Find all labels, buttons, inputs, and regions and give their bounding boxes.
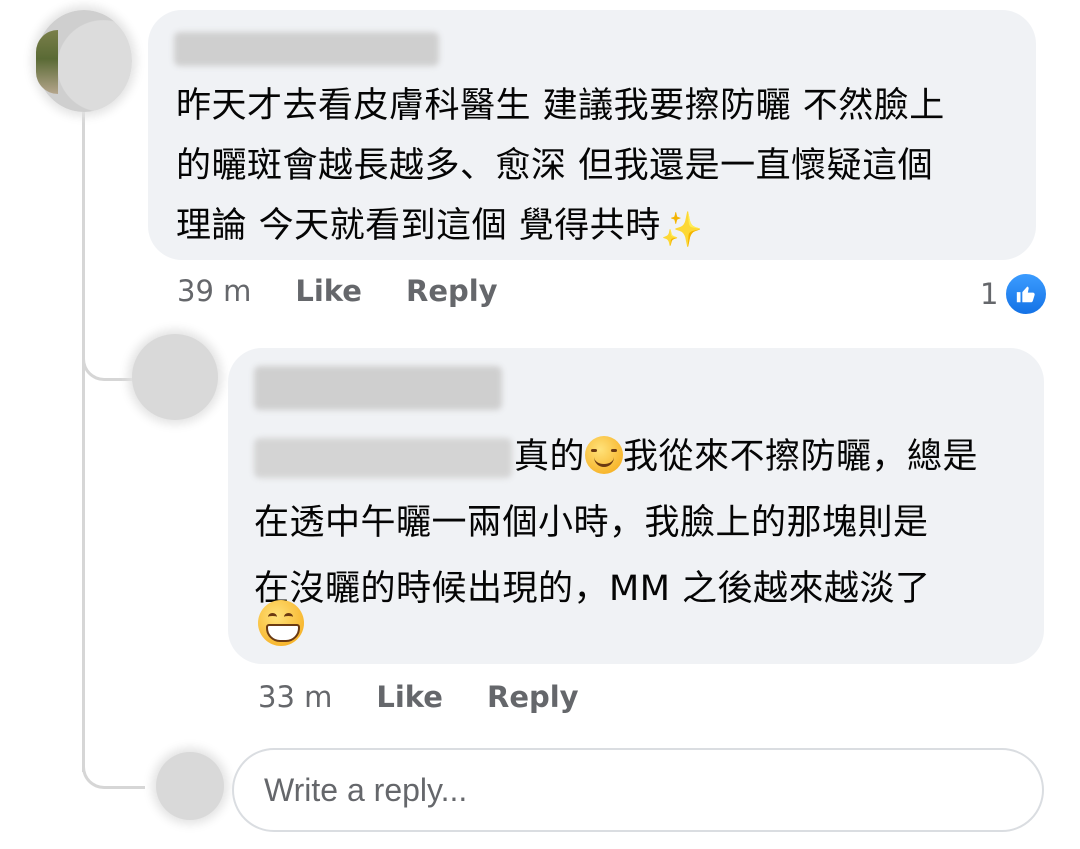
comment-line: 理論 今天就看到這個 覺得共時✨ [176, 196, 945, 256]
author-name-redacted[interactable] [174, 32, 439, 66]
reaction-count: 1 [980, 277, 999, 311]
thumbs-up-icon [1004, 272, 1049, 316]
grinning-face-icon [258, 600, 304, 646]
avatar [156, 752, 224, 820]
reply-button[interactable]: Reply [487, 680, 579, 714]
reply-text: 真的 我從來不擦防曬，總是 在透中午曬一兩個小時，我臉上的那塊則是 在沒曬的時候出… [254, 424, 978, 622]
author-name-redacted[interactable] [254, 366, 502, 410]
thread-line [82, 112, 85, 772]
reply-line-text: 我從來不擦防曬，總是 [623, 437, 979, 477]
reply-timestamp[interactable]: 33 m [258, 680, 332, 714]
comment-text: 昨天才去看皮膚科醫生 建議我要擦防曬 不然臉上 的曬斑會越長越多、愈深 但我還是… [176, 76, 945, 256]
avatar[interactable] [132, 334, 218, 420]
reply-line: 在透中午曬一兩個小時，我臉上的那塊則是 [254, 503, 929, 543]
like-button[interactable]: Like [295, 274, 362, 308]
comment-line-text: 理論 今天就看到這個 覺得共時 [176, 206, 661, 246]
avatar-photo [36, 30, 58, 94]
comment-thread: 昨天才去看皮膚科醫生 建議我要擦防曬 不然臉上 的曬斑會越長越多、愈深 但我還是… [0, 0, 1080, 849]
sparkles-icon: ✨ [660, 210, 704, 250]
avatar[interactable] [36, 10, 132, 112]
emoji-mouth [266, 624, 300, 642]
comment-line: 的曬斑會越長越多、愈深 但我還是一直懷疑這個 [176, 146, 934, 186]
reaction-summary[interactable]: 1 [980, 272, 1049, 316]
reply-line-text: 真的 [514, 437, 586, 477]
reply-bubble: 真的 我從來不擦防曬，總是 在透中午曬一兩個小時，我臉上的那塊則是 在沒曬的時候出… [228, 348, 1044, 664]
emoji-eye [284, 613, 293, 621]
comment-line: 昨天才去看皮膚科醫生 建議我要擦防曬 不然臉上 [176, 86, 945, 126]
like-button[interactable]: Like [376, 680, 443, 714]
comment-actions: 39 m Like Reply [177, 274, 542, 308]
thread-connector [82, 740, 145, 789]
comment-timestamp[interactable]: 39 m [177, 274, 251, 308]
reply-input[interactable]: Write a reply... [232, 748, 1044, 832]
reply-actions: 33 m Like Reply [258, 680, 623, 714]
emoji-eye [268, 613, 277, 621]
reply-input-placeholder: Write a reply... [264, 771, 468, 808]
thumbs-up-glyph [1017, 286, 1036, 303]
mention-redacted[interactable] [254, 438, 512, 478]
reply-line: 真的 我從來不擦防曬，總是 [254, 424, 978, 490]
reply-button[interactable]: Reply [406, 274, 498, 308]
reply-line: 在沒曬的時候出現的，MM 之後越來越淡了 [254, 569, 931, 609]
smiling-face-icon [585, 436, 624, 474]
comment-bubble: 昨天才去看皮膚科醫生 建議我要擦防曬 不然臉上 的曬斑會越長越多、愈深 但我還是… [148, 10, 1036, 260]
